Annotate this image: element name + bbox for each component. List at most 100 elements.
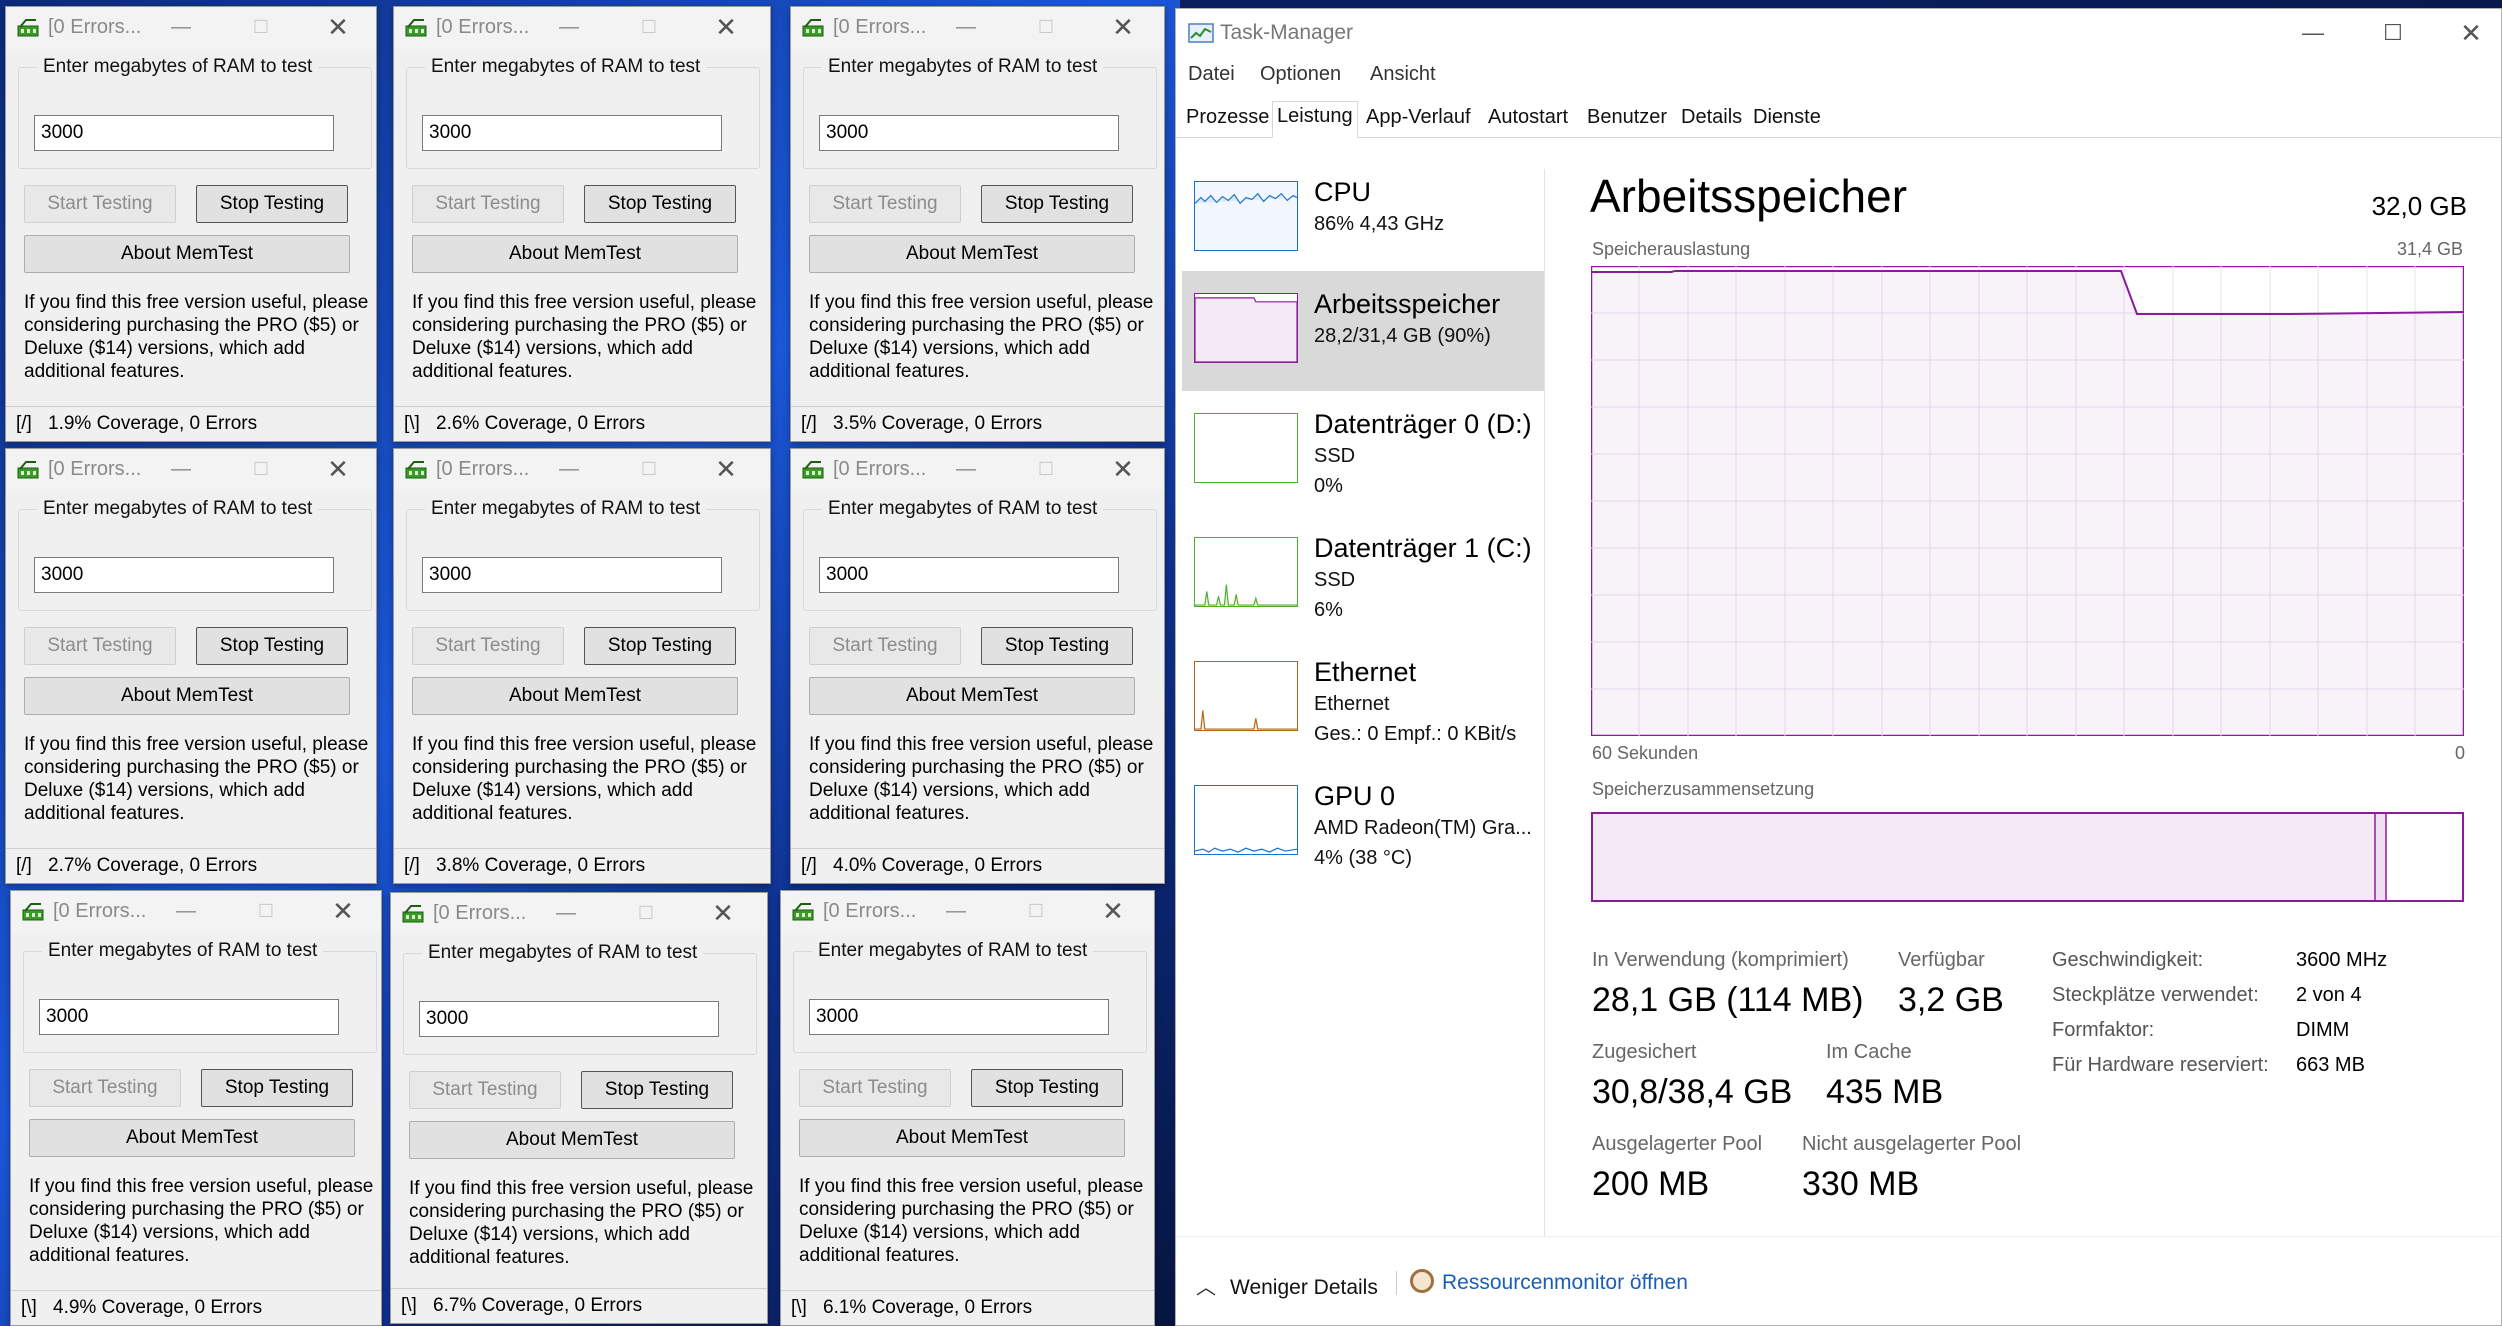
window-title: Task-Manager <box>1220 21 1354 44</box>
close-button[interactable]: ✕ <box>1103 11 1143 43</box>
minimize-button[interactable]: — <box>2288 17 2338 49</box>
status-bar: [\] 2.6% Coverage, 0 Errors <box>394 406 770 441</box>
maximize-button[interactable]: ☐ <box>1026 11 1066 43</box>
maximize-button[interactable]: ☐ <box>241 11 281 43</box>
maximize-button[interactable]: ☐ <box>241 453 281 485</box>
stop-testing-button[interactable]: Stop Testing <box>581 1071 733 1109</box>
tab-performance[interactable]: Leistung <box>1272 101 1358 138</box>
minimize-button[interactable]: — <box>166 895 206 927</box>
maximize-button[interactable]: ☐ <box>246 895 286 927</box>
sidebar-item-gpu[interactable]: GPU 0 AMD Radeon(TM) Gra... 4% (38 °C) <box>1182 763 1544 883</box>
about-memtest-button[interactable]: About MemTest <box>809 235 1135 273</box>
minimize-button[interactable]: — <box>549 453 589 485</box>
close-button[interactable]: ✕ <box>706 11 746 43</box>
menu-view[interactable]: Ansicht <box>1370 63 1436 86</box>
title-bar[interactable]: [0 Errors... — ☐ ✕ <box>791 449 1164 491</box>
maximize-button[interactable]: ☐ <box>629 11 669 43</box>
sidebar-item-ethernet[interactable]: Ethernet Ethernet Ges.: 0 Empf.: 0 KBit/… <box>1182 639 1544 759</box>
close-button[interactable]: ✕ <box>1103 453 1143 485</box>
ram-megabytes-input[interactable] <box>419 1001 719 1037</box>
sidebar-item-disk-1[interactable]: Datenträger 1 (C:) SSD 6% <box>1182 515 1544 635</box>
start-testing-button[interactable]: Start Testing <box>412 627 564 665</box>
sidebar-item-memory[interactable]: Arbeitsspeicher 28,2/31,4 GB (90%) <box>1182 271 1544 391</box>
minimize-button[interactable]: — <box>946 11 986 43</box>
about-memtest-button[interactable]: About MemTest <box>809 677 1135 715</box>
stop-testing-button[interactable]: Stop Testing <box>196 627 348 665</box>
about-memtest-button[interactable]: About MemTest <box>412 677 738 715</box>
tab-users[interactable]: Benutzer <box>1583 103 1671 135</box>
maximize-button[interactable]: ☐ <box>1016 895 1056 927</box>
ram-megabytes-input[interactable] <box>809 999 1109 1035</box>
sidebar-item-detail-2: 0% <box>1314 475 1343 497</box>
title-bar[interactable]: [0 Errors... — ☐ ✕ <box>391 893 767 935</box>
resource-monitor-link[interactable]: Ressourcenmonitor öffnen <box>1442 1271 1688 1295</box>
ram-megabytes-input[interactable] <box>34 557 334 593</box>
start-testing-button[interactable]: Start Testing <box>799 1069 951 1107</box>
title-bar[interactable]: [0 Errors... — ☐ ✕ <box>791 7 1164 49</box>
menu-options[interactable]: Optionen <box>1260 63 1341 86</box>
menu-file[interactable]: Datei <box>1188 63 1235 86</box>
fewer-details-button[interactable]: ︿ Weniger Details <box>1196 1271 1378 1300</box>
tab-processes[interactable]: Prozesse <box>1182 103 1273 135</box>
sidebar-item-disk-0[interactable]: Datenträger 0 (D:) SSD 0% <box>1182 391 1544 511</box>
stop-testing-button[interactable]: Stop Testing <box>971 1069 1123 1107</box>
stop-testing-button[interactable]: Stop Testing <box>196 185 348 223</box>
close-button[interactable]: ✕ <box>323 895 363 927</box>
sidebar-item-cpu[interactable]: CPU 86% 4,43 GHz <box>1182 159 1544 279</box>
stop-testing-button[interactable]: Stop Testing <box>981 627 1133 665</box>
close-button[interactable]: ✕ <box>703 897 743 929</box>
close-button[interactable]: ✕ <box>318 11 358 43</box>
about-memtest-button[interactable]: About MemTest <box>29 1119 355 1157</box>
minimize-button[interactable]: — <box>946 453 986 485</box>
title-bar[interactable]: [0 Errors... — ☐ ✕ <box>394 7 770 49</box>
start-testing-button[interactable]: Start Testing <box>809 627 961 665</box>
memtest-window: [0 Errors... — ☐ ✕ Enter megabytes of RA… <box>390 892 768 1324</box>
ram-megabytes-input[interactable] <box>819 557 1119 593</box>
about-memtest-button[interactable]: About MemTest <box>24 677 350 715</box>
about-memtest-button[interactable]: About MemTest <box>409 1121 735 1159</box>
ram-megabytes-input[interactable] <box>34 115 334 151</box>
maximize-button[interactable]: ☐ <box>626 897 666 929</box>
minimize-button[interactable]: — <box>936 895 976 927</box>
start-testing-button[interactable]: Start Testing <box>24 627 176 665</box>
maximize-button[interactable]: ☐ <box>1026 453 1066 485</box>
ram-megabytes-input[interactable] <box>422 557 722 593</box>
title-bar[interactable]: [0 Errors... — ☐ ✕ <box>394 449 770 491</box>
stop-testing-button[interactable]: Stop Testing <box>584 627 736 665</box>
start-testing-button[interactable]: Start Testing <box>24 185 176 223</box>
title-bar[interactable]: [0 Errors... — ☐ ✕ <box>11 891 381 933</box>
start-testing-button[interactable]: Start Testing <box>412 185 564 223</box>
start-testing-button[interactable]: Start Testing <box>409 1071 561 1109</box>
title-bar[interactable]: Task-Manager — ☐ ✕ <box>1176 9 2501 57</box>
tab-details[interactable]: Details <box>1677 103 1746 135</box>
title-bar[interactable]: [0 Errors... — ☐ ✕ <box>781 891 1154 933</box>
stop-testing-button[interactable]: Stop Testing <box>201 1069 353 1107</box>
start-testing-button[interactable]: Start Testing <box>809 185 961 223</box>
ram-megabytes-input[interactable] <box>819 115 1119 151</box>
maximize-button[interactable]: ☐ <box>629 453 669 485</box>
resource-monitor-icon <box>1410 1269 1434 1293</box>
close-button[interactable]: ✕ <box>1093 895 1133 927</box>
ram-megabytes-input[interactable] <box>422 115 722 151</box>
about-memtest-button[interactable]: About MemTest <box>24 235 350 273</box>
maximize-button[interactable]: ☐ <box>2368 17 2418 49</box>
close-button[interactable]: ✕ <box>706 453 746 485</box>
close-button[interactable]: ✕ <box>318 453 358 485</box>
close-button[interactable]: ✕ <box>2446 17 2496 49</box>
about-memtest-button[interactable]: About MemTest <box>412 235 738 273</box>
minimize-button[interactable]: — <box>161 453 201 485</box>
minimize-button[interactable]: — <box>161 11 201 43</box>
stop-testing-button[interactable]: Stop Testing <box>981 185 1133 223</box>
tab-startup[interactable]: Autostart <box>1484 103 1572 135</box>
minimize-button[interactable]: — <box>549 11 589 43</box>
about-memtest-button[interactable]: About MemTest <box>799 1119 1125 1157</box>
ram-megabytes-input[interactable] <box>39 999 339 1035</box>
minimize-button[interactable]: — <box>546 897 586 929</box>
stop-testing-button[interactable]: Stop Testing <box>584 185 736 223</box>
tab-services[interactable]: Dienste <box>1749 103 1825 135</box>
tab-app-history[interactable]: App-Verlauf <box>1362 103 1475 135</box>
title-bar[interactable]: [0 Errors... — ☐ ✕ <box>6 7 376 49</box>
title-bar[interactable]: [0 Errors... — ☐ ✕ <box>6 449 376 491</box>
start-testing-button[interactable]: Start Testing <box>29 1069 181 1107</box>
memtest-window: [0 Errors... — ☐ ✕ Enter megabytes of RA… <box>393 6 771 442</box>
